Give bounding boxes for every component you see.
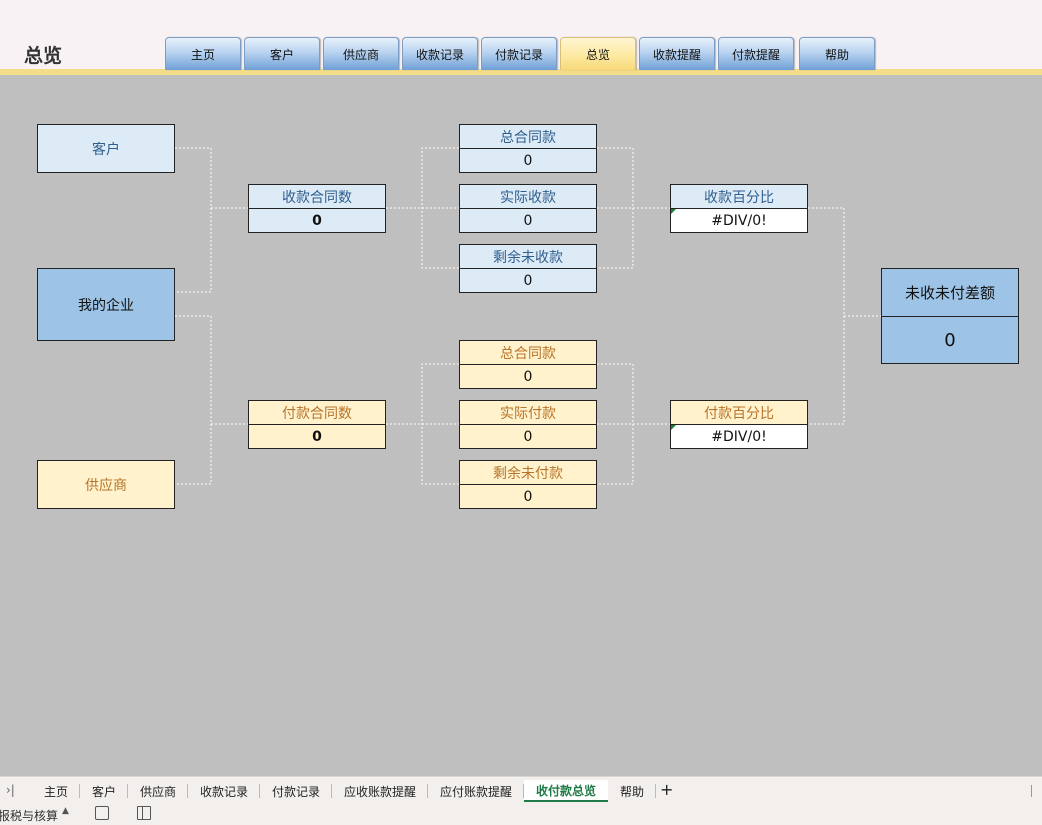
receipt-actual-card: 实际收款 0 <box>459 184 597 233</box>
error-indicator-icon <box>671 425 676 430</box>
status-bar: 报税与核算 ▲ <box>0 803 1042 825</box>
sheet-tab-payment-records[interactable]: 付款记录 <box>260 780 332 802</box>
receipt-contracts-card: 收款合同数 0 <box>248 184 386 233</box>
payment-total-value[interactable]: 0 <box>460 365 596 388</box>
sheet-tab-receipt-records[interactable]: 收款记录 <box>188 780 260 802</box>
receipt-percent-label: 收款百分比 <box>671 185 807 209</box>
receipt-remaining-card: 剩余未收款 0 <box>459 244 597 293</box>
nav-tab-payment-reminders[interactable]: 付款提醒 <box>718 37 794 70</box>
sheet-tab-receivables-reminder[interactable]: 应收账款提醒 <box>332 780 428 802</box>
payment-percent-label: 付款百分比 <box>671 401 807 425</box>
page-title: 总览 <box>24 45 63 67</box>
accessibility-icon[interactable] <box>95 806 109 820</box>
payment-percent-value[interactable]: #DIV/0! <box>671 425 807 448</box>
difference-value[interactable]: 0 <box>882 317 1018 363</box>
receipt-total-card: 总合同款 0 <box>459 124 597 173</box>
payment-total-card: 总合同款 0 <box>459 340 597 389</box>
sheet-tab-customers[interactable]: 客户 <box>80 780 128 802</box>
payment-remaining-label: 剩余未付款 <box>460 461 596 485</box>
error-indicator-icon <box>671 209 676 214</box>
receipt-contracts-value[interactable]: 0 <box>249 209 385 232</box>
nav-tab-help[interactable]: 帮助 <box>799 37 875 70</box>
receipt-remaining-label: 剩余未收款 <box>460 245 596 269</box>
payment-contracts-value[interactable]: 0 <box>249 425 385 448</box>
page-header: 总览 主页 客户 供应商 收款记录 付款记录 总览 收款提醒 付款提醒 帮助 <box>0 0 1042 75</box>
payment-contracts-card: 付款合同数 0 <box>248 400 386 449</box>
receipt-actual-label: 实际收款 <box>460 185 596 209</box>
caret-up-icon[interactable]: ▲ <box>62 806 69 816</box>
sheet-tab-payables-reminder[interactable]: 应付账款提醒 <box>428 780 524 802</box>
receipt-contracts-label: 收款合同数 <box>249 185 385 209</box>
sheet-tab-help[interactable]: 帮助 <box>608 780 656 802</box>
supplier-node: 供应商 <box>37 460 175 509</box>
sheet-tab-home[interactable]: 主页 <box>32 780 80 802</box>
customer-node: 客户 <box>37 124 175 173</box>
payment-remaining-value[interactable]: 0 <box>460 485 596 508</box>
receipt-total-label: 总合同款 <box>460 125 596 149</box>
difference-card: 未收未付差额 0 <box>881 268 1019 364</box>
view-panel-icon[interactable] <box>137 806 151 820</box>
payment-total-label: 总合同款 <box>460 341 596 365</box>
nav-tab-receipt-records[interactable]: 收款记录 <box>402 37 478 70</box>
payment-percent-text: #DIV/0! <box>711 428 767 445</box>
receipt-actual-value[interactable]: 0 <box>460 209 596 232</box>
receipt-total-value[interactable]: 0 <box>460 149 596 172</box>
receipt-percent-text: #DIV/0! <box>711 212 767 229</box>
nav-tab-customers[interactable]: 客户 <box>244 37 320 70</box>
my-company-node: 我的企业 <box>37 268 175 341</box>
sheet-tab-overview[interactable]: 收付款总览 <box>524 780 608 802</box>
difference-label: 未收未付差额 <box>882 269 1018 317</box>
payment-actual-card: 实际付款 0 <box>459 400 597 449</box>
payment-contracts-label: 付款合同数 <box>249 401 385 425</box>
payment-actual-label: 实际付款 <box>460 401 596 425</box>
sheet-tab-bar: ›| 主页 客户 供应商 收款记录 付款记录 应收账款提醒 应付账款提醒 收付款… <box>0 776 1042 803</box>
status-label[interactable]: 报税与核算 <box>0 807 58 824</box>
payment-actual-value[interactable]: 0 <box>460 425 596 448</box>
payment-percent-card: 付款百分比 #DIV/0! <box>670 400 808 449</box>
nav-tab-payment-records[interactable]: 付款记录 <box>481 37 557 70</box>
nav-tab-overview[interactable]: 总览 <box>560 37 636 70</box>
nav-tab-home[interactable]: 主页 <box>165 37 241 70</box>
receipt-percent-value[interactable]: #DIV/0! <box>671 209 807 232</box>
sheet-tabs-scroll-handle[interactable] <box>1031 785 1032 797</box>
add-sheet-icon[interactable]: + <box>660 780 673 799</box>
receipt-remaining-value[interactable]: 0 <box>460 269 596 292</box>
nav-tab-suppliers[interactable]: 供应商 <box>323 37 399 70</box>
receipt-percent-card: 收款百分比 #DIV/0! <box>670 184 808 233</box>
nav-tab-receipt-reminders[interactable]: 收款提醒 <box>639 37 715 70</box>
payment-remaining-card: 剩余未付款 0 <box>459 460 597 509</box>
sheet-nav-last-icon[interactable]: ›| <box>6 783 15 797</box>
sheet-tab-suppliers[interactable]: 供应商 <box>128 780 188 802</box>
